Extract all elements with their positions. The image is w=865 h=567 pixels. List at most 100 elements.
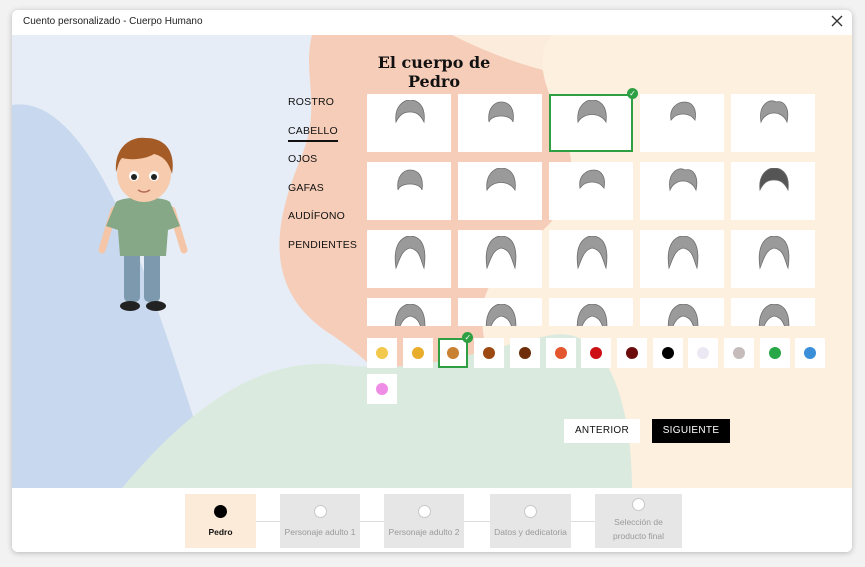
hair-style-icon [759,168,789,192]
hair-style-icon [397,169,423,191]
hair-style-icon [488,101,514,123]
menu-item-pendientes[interactable]: PENDIENTES [288,238,368,267]
menu-item-audifono[interactable]: AUDÍFONO [288,209,368,238]
step-indicator [214,505,227,518]
hair-style-option[interactable] [549,298,633,326]
color-swatch[interactable] [616,338,647,368]
hair-style-option[interactable] [549,94,633,152]
hair-style-option[interactable] [458,94,542,152]
hair-style-icon [758,304,790,326]
editor-canvas: El cuerpo de Pedro ROSTRO CABELLO OJOS G… [12,35,852,488]
color-swatch[interactable] [724,338,754,368]
hair-style-option[interactable] [549,162,633,220]
step-indicator [632,498,645,511]
hair-style-option[interactable] [731,94,815,152]
hair-style-icon [760,100,789,124]
hair-style-option[interactable] [367,94,451,152]
wizard-stepper: Pedro Personaje adulto 1 Personaje adult… [12,488,852,552]
app-window: Cuento personalizado - Cuerpo Humano El … [12,10,852,552]
title-bar: Cuento personalizado - Cuerpo Humano [12,10,852,35]
color-swatch[interactable] [688,338,719,368]
color-dot [447,347,460,359]
color-dot [625,347,638,359]
hair-style-option[interactable] [367,298,451,326]
hair-style-option[interactable] [731,162,815,220]
step-seleccion-producto[interactable]: Selección de producto final [595,494,682,548]
category-menu: ROSTRO CABELLO OJOS GAFAS AUDÍFONO PENDI… [288,95,368,266]
hair-style-option[interactable] [458,162,542,220]
window-title: Cuento personalizado - Cuerpo Humano [23,16,203,27]
step-personaje-adulto-1[interactable]: Personaje adulto 1 [280,494,360,548]
color-swatch[interactable] [438,338,469,368]
color-dot [697,347,710,359]
hair-style-option[interactable] [367,162,451,220]
hair-style-icon [394,304,426,326]
color-swatch[interactable] [545,338,576,368]
color-swatch[interactable] [759,338,790,368]
color-dot [411,347,424,359]
hair-style-icon [577,100,607,124]
color-swatch[interactable] [795,338,826,368]
color-swatch[interactable] [402,338,433,368]
hair-style-option[interactable] [731,230,815,288]
menu-item-cabello[interactable]: CABELLO [288,124,368,153]
menu-item-rostro[interactable]: ROSTRO [288,95,368,124]
step-indicator [313,505,327,518]
previous-button[interactable]: ANTERIOR [564,419,640,443]
menu-item-ojos[interactable]: OJOS [288,152,368,181]
color-swatch[interactable] [509,338,540,368]
hair-style-option[interactable] [640,162,724,220]
step-datos-dedicatoria[interactable]: Datos y dedicatoria [490,494,571,548]
color-dot [554,347,567,359]
hair-style-icon [758,236,790,270]
selected-check-icon: ✓ [627,88,638,99]
close-icon[interactable] [830,14,844,28]
color-dot [590,347,603,359]
hair-style-option[interactable] [640,230,724,288]
color-dot [804,347,817,359]
color-dot [733,347,745,359]
color-swatch[interactable] [581,338,612,368]
color-dot [376,383,388,395]
step-pedro[interactable]: Pedro [185,494,256,548]
hair-style-option[interactable] [458,230,542,288]
color-dot [518,347,531,359]
color-dot [661,347,674,359]
next-button[interactable]: SIGUIENTE [652,419,730,443]
hair-style-option[interactable] [367,230,451,288]
hair-style-icon [670,101,696,121]
child-avatar [98,137,188,311]
color-swatch[interactable] [367,374,397,404]
hair-style-icon [579,169,605,189]
hair-style-icon [667,236,699,270]
step-connector [358,521,384,522]
hair-style-icon [485,304,517,326]
hair-style-icon [395,100,425,124]
hair-style-option[interactable] [640,298,724,326]
step-connector [571,521,595,522]
step-indicator [524,505,537,518]
hair-style-icon [486,168,516,192]
color-swatch[interactable] [652,338,683,368]
hair-style-option[interactable] [549,230,633,288]
hair-style-icon [667,304,699,326]
hair-style-option[interactable] [731,298,815,326]
hair-style-icon [394,236,426,270]
hair-style-grid [367,94,817,326]
hair-style-icon [485,236,517,270]
step-connector [464,521,490,522]
menu-item-gafas[interactable]: GAFAS [288,181,368,210]
color-dot [376,347,388,359]
step-indicator [417,505,431,518]
hair-style-option[interactable] [640,94,724,152]
color-swatch[interactable] [474,338,505,368]
hair-style-icon [576,236,608,270]
step-personaje-adulto-2[interactable]: Personaje adulto 2 [384,494,464,548]
hair-style-option[interactable] [458,298,542,326]
color-dot [768,347,781,359]
hair-style-icon [576,304,608,326]
page-title: El cuerpo de Pedro [377,53,491,91]
hair-style-icon [669,168,698,192]
color-dot [483,347,496,359]
color-swatch[interactable] [367,338,397,368]
